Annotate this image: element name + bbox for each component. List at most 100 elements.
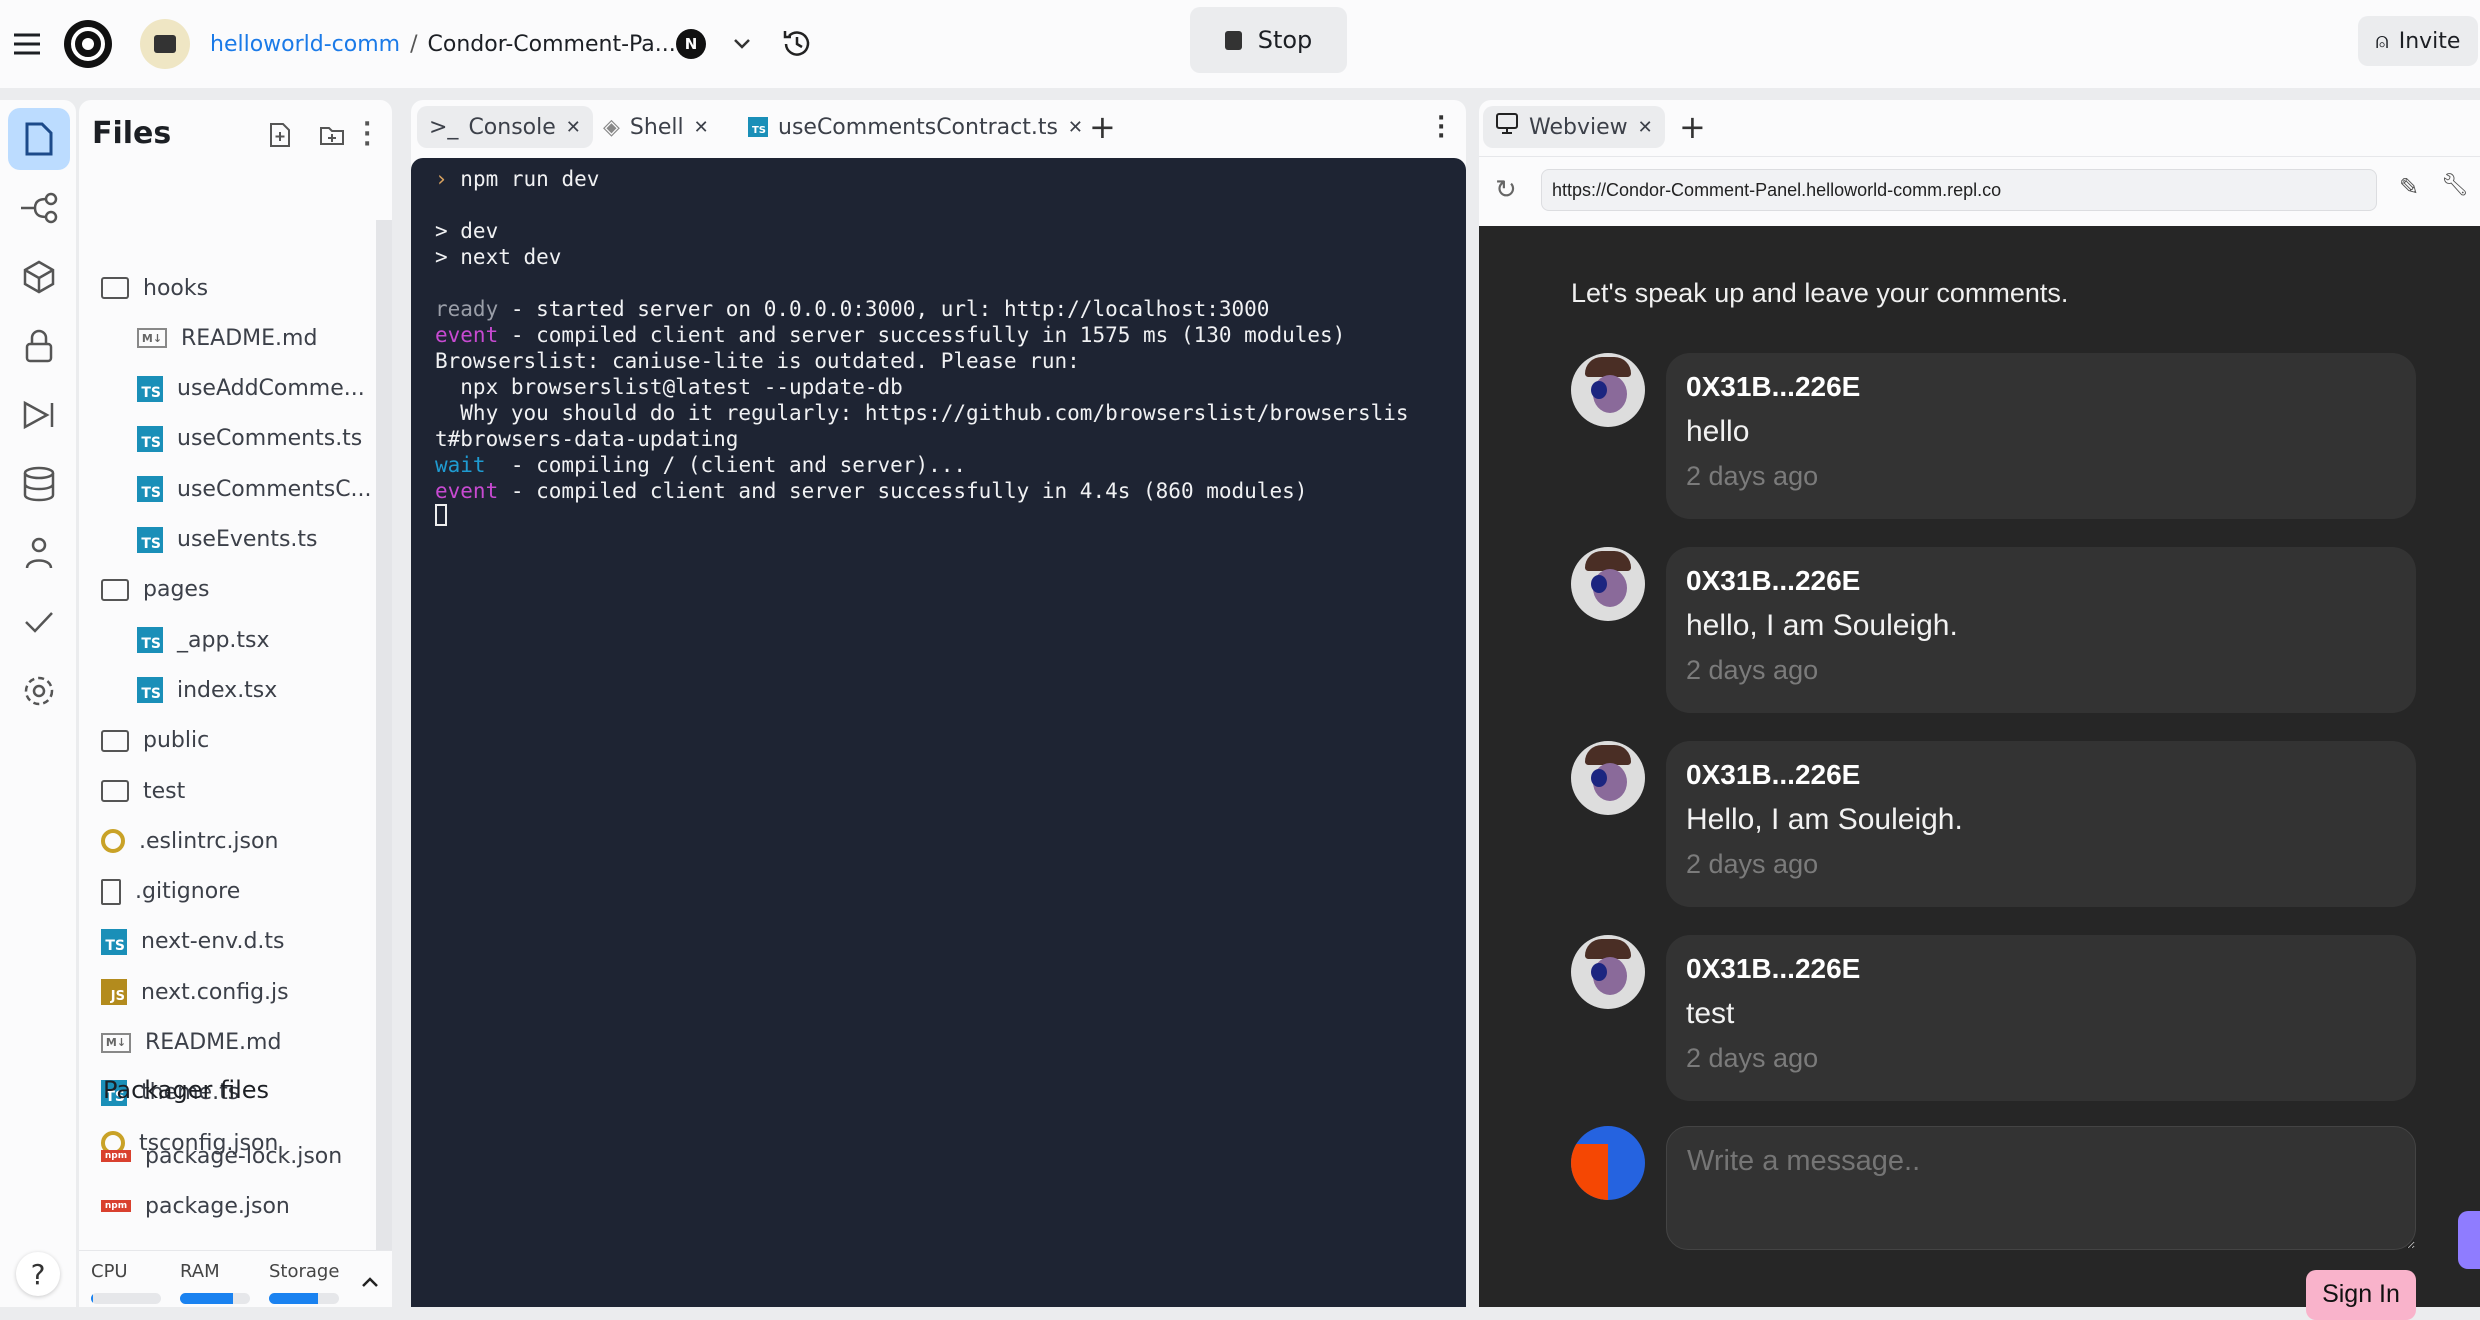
tab-webview[interactable]: Webview ✕ (1483, 106, 1665, 148)
file-item[interactable]: npm package.json (101, 1186, 290, 1226)
terminal-output[interactable]: › npm run dev > dev > next dev ready - star… (411, 158, 1466, 1307)
file-item[interactable]: TS index.tsx (137, 670, 277, 710)
message-input[interactable] (1666, 1126, 2416, 1250)
resources-panel[interactable]: CPU RAM Storage (79, 1250, 392, 1307)
breadcrumb-separator: / (410, 31, 418, 57)
file-name: useComments.ts (177, 426, 363, 452)
file-item[interactable]: TS next-env.d.ts (101, 922, 285, 962)
folder-item[interactable]: pages (101, 570, 209, 610)
cpu-label: CPU (91, 1261, 128, 1282)
workspace-link[interactable]: helloworld-comm (210, 32, 400, 57)
ts-icon: TS (748, 117, 768, 137)
file-name: index.tsx (177, 677, 278, 703)
file-name: next.config.js (141, 979, 289, 1005)
file-name: useEvents.ts (177, 527, 318, 552)
terminal-text: npm run dev (460, 167, 600, 191)
folder-item[interactable]: test (101, 771, 185, 811)
file-item[interactable]: TS useEvents.ts (137, 520, 318, 560)
debugger-icon[interactable] (8, 384, 70, 446)
replit-logo-icon[interactable] (62, 0, 114, 88)
terminal-text: Why you should do it regularly: https://… (435, 401, 1409, 425)
tab-console[interactable]: >_ Console ✕ (417, 106, 593, 148)
file-name: package-lock.json (145, 1143, 343, 1169)
repl-avatar[interactable] (140, 0, 190, 88)
file-item[interactable]: .gitignore (101, 872, 240, 912)
url-input[interactable] (1541, 169, 2377, 211)
typescript-icon: TS (137, 526, 163, 553)
tab-label: Console (468, 114, 556, 140)
file-item[interactable]: TS _app.tsx (137, 620, 270, 660)
repl-name[interactable]: Condor-Comment-Pa... (428, 32, 676, 57)
database-icon[interactable] (8, 453, 70, 515)
file-name: README.md (145, 1030, 282, 1055)
terminal-line: Browserslist: caniuse-lite is outdated. … (435, 348, 1466, 374)
new-folder-icon[interactable] (319, 124, 345, 150)
check-icon[interactable] (8, 591, 70, 653)
refresh-icon[interactable]: ↻ (1495, 175, 1517, 205)
more-options-icon[interactable]: · · · (1437, 108, 1445, 148)
file-item[interactable]: TS useAddComme... (137, 369, 365, 409)
history-icon[interactable] (780, 0, 814, 88)
file-item[interactable]: TS useComments.ts (137, 419, 362, 459)
storage-bar (269, 1293, 339, 1304)
file-name: README.md (181, 325, 318, 351)
nix-badge[interactable]: N (676, 29, 706, 59)
file-name: package.json (145, 1193, 290, 1219)
folder-item[interactable]: hooks (101, 268, 208, 308)
new-tab-button[interactable]: + (1679, 108, 1706, 146)
tab-use-comments-contract[interactable]: TS useCommentsContract.ts ✕ (736, 106, 1095, 148)
file-icon[interactable] (8, 108, 70, 170)
javascript-icon: JS (101, 979, 127, 1006)
chevron-up-icon[interactable] (361, 1273, 379, 1292)
typescript-icon: TS (137, 677, 163, 704)
monitor-icon (1495, 112, 1519, 142)
user-icon[interactable] (8, 522, 70, 584)
stop-button[interactable]: Stop (1190, 7, 1347, 73)
file-item[interactable]: JS next.config.js (101, 972, 289, 1012)
terminal-line: t#browsers-data-updating (435, 426, 1466, 452)
terminal-text: - started server on 0.0.0.0:3000, url: h… (498, 297, 1270, 321)
file-item[interactable]: M↓ README.md (137, 318, 317, 358)
markdown-icon: M↓ (101, 1032, 131, 1053)
help-button[interactable]: ? (16, 1252, 60, 1296)
folder-item[interactable]: public (101, 721, 209, 761)
storage-label: Storage (269, 1261, 340, 1282)
shell-icon: ◈ (603, 114, 620, 140)
new-tab-button[interactable]: + (1089, 108, 1116, 146)
chevron-down-icon[interactable] (732, 0, 752, 88)
new-file-icon[interactable] (269, 122, 291, 152)
close-icon[interactable]: ✕ (694, 117, 709, 138)
more-options-icon[interactable]: · · · (363, 114, 371, 156)
stop-icon (1224, 30, 1242, 50)
close-icon[interactable]: ✕ (1638, 117, 1653, 138)
file-item[interactable]: M↓ README.md (101, 1023, 281, 1063)
close-icon[interactable]: ✕ (1068, 117, 1083, 138)
tab-shell[interactable]: ◈ Shell ✕ (591, 106, 721, 148)
comment-avatar (1571, 547, 1645, 621)
comment-author: 0X31B...226E (1686, 953, 1861, 984)
ram-label: RAM (180, 1261, 220, 1282)
sign-in-button[interactable]: Sign In (2306, 1270, 2416, 1320)
wrench-icon[interactable]: 🔧︎ (2441, 173, 2469, 198)
git-icon[interactable] (8, 177, 70, 239)
menu-icon[interactable] (12, 0, 42, 88)
tab-label: useCommentsContract.ts (778, 114, 1058, 140)
terminal-text: - compiled client and server successfull… (498, 323, 1346, 347)
package-icon[interactable] (8, 246, 70, 308)
file-item[interactable]: .eslintrc.json (101, 821, 278, 861)
lock-icon[interactable] (8, 315, 70, 377)
file-item[interactable]: TS useCommentsC... (137, 469, 372, 509)
url-bar-row: ↻ ✎ 🔧︎ (1479, 156, 2480, 226)
settings-icon[interactable] (8, 660, 70, 722)
comment-time: 2 days ago (1686, 461, 1819, 491)
console-pane: >_ Console ✕ ◈ Shell ✕ TS useCommentsContract… (411, 100, 1466, 1307)
files-scrollbar[interactable] (376, 220, 392, 1250)
file-item[interactable]: npm package-lock.json (101, 1136, 342, 1176)
comment-card: 0X31B...226E test 2 days ago (1666, 935, 2416, 1101)
pencil-icon[interactable]: ✎ (2399, 173, 2419, 201)
invite-label: Invite (2398, 28, 2461, 54)
invite-button[interactable]: ⍝ Invite (2358, 16, 2478, 66)
terminal-line: › npm run dev (435, 166, 1466, 192)
close-icon[interactable]: ✕ (566, 117, 581, 138)
feedback-tab[interactable] (2458, 1211, 2480, 1269)
